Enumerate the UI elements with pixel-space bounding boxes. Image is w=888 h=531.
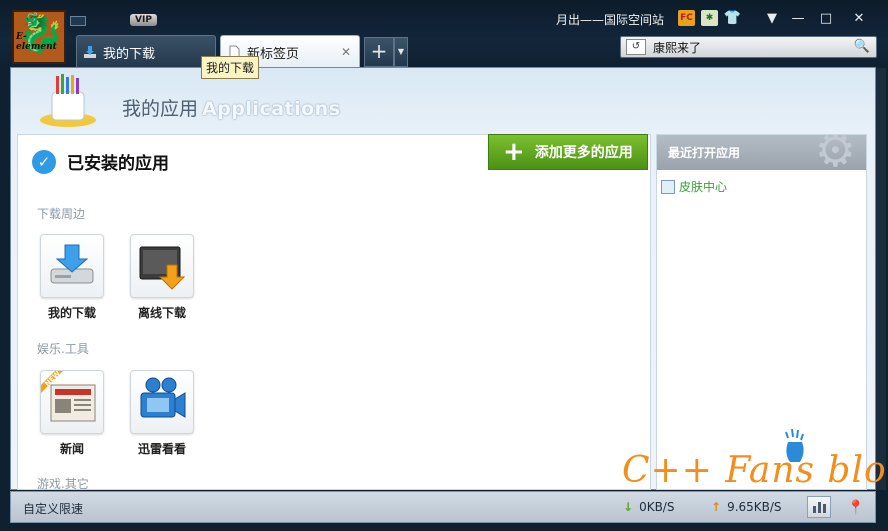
recent-item-label: 皮肤中心: [679, 180, 728, 194]
tab-my-downloads[interactable]: 我的下载: [76, 35, 216, 69]
minimize-button[interactable]: —: [785, 8, 811, 28]
installed-header: ✓ 已安装的应用: [32, 149, 169, 174]
app-xunlei-kankan[interactable]: 迅雷看看: [122, 370, 202, 457]
vip-badge[interactable]: VIP: [130, 14, 157, 26]
download-icon: [84, 46, 96, 58]
game-icon[interactable]: ✱: [701, 10, 718, 26]
category-entertainment-tools: 娱乐.工具: [37, 342, 89, 356]
newspaper-icon: NEW: [40, 369, 104, 434]
tab-tooltip: 我的下载: [201, 56, 260, 79]
shirt-icon[interactable]: 👕: [724, 10, 741, 26]
menu-dropdown-icon[interactable]: ▼: [759, 8, 785, 28]
status-bar: 自定义限速 ↓ 0KB/S ↑ 9.65KB/S 📍: [10, 491, 876, 523]
speed-limit-link[interactable]: 自定义限速: [23, 500, 83, 517]
skin-icon: [661, 179, 675, 194]
download-speed: ↓ 0KB/S: [623, 500, 674, 514]
recent-item-skin-center[interactable]: 皮肤中心: [661, 178, 866, 195]
bar-chart-icon[interactable]: [807, 496, 831, 518]
page-title-cn: 我的应用: [122, 98, 199, 120]
video-camera-icon: [130, 370, 194, 434]
search-engine-icon[interactable]: ↺: [626, 39, 646, 55]
add-more-label: 添加更多的应用: [534, 145, 633, 161]
category-downloads: 下载周边: [37, 207, 86, 221]
upload-arrow-icon: ↑: [711, 500, 722, 514]
news-ticker[interactable]: 月出——国际空间站: [556, 11, 664, 28]
tab-label: 我的下载: [103, 46, 156, 62]
logo-text: E-element: [16, 32, 57, 52]
download-arrow-icon: ↓: [623, 500, 634, 514]
plus-icon: +: [503, 137, 525, 167]
scrollbar[interactable]: [876, 68, 886, 490]
close-tab-icon[interactable]: ✕: [341, 45, 351, 59]
monitor-icon[interactable]: [70, 16, 86, 26]
download-speed-value: 0KB/S: [639, 500, 675, 514]
location-pin-icon[interactable]: 📍: [847, 500, 864, 516]
page-title-en: Applications: [202, 98, 341, 120]
app-offline-download[interactable]: 离线下载: [122, 234, 202, 321]
app-label: 迅雷看看: [137, 442, 186, 456]
watermark-text: C++ Fans blog: [622, 450, 888, 491]
search-input[interactable]: 康熙来了: [653, 39, 701, 56]
app-label: 离线下载: [137, 306, 186, 320]
download-drive-icon: [40, 234, 104, 298]
installed-apps-panel: [17, 134, 651, 490]
app-logo[interactable]: 🐉 E-element: [12, 10, 66, 64]
new-tab-button[interactable]: +: [364, 37, 394, 67]
maximize-button[interactable]: □: [813, 8, 839, 28]
offline-download-icon: [130, 234, 194, 298]
upload-speed-value: 9.65KB/S: [727, 500, 782, 514]
app-label: 新闻: [59, 442, 84, 456]
page-title: 我的应用 Applications: [122, 94, 341, 121]
category-games-other: 游戏.其它: [37, 477, 89, 491]
checkmark-icon: ✓: [32, 149, 56, 174]
close-button[interactable]: ✕: [846, 8, 872, 28]
pen-holder-icon: [40, 74, 96, 127]
new-tab-dropdown-icon[interactable]: ▼: [394, 37, 408, 67]
app-news[interactable]: NEW 新闻: [32, 369, 112, 457]
recent-apps-title: 最近打开应用: [668, 146, 741, 160]
gear-icon: ⚙: [814, 135, 856, 170]
installed-title: 已安装的应用: [67, 154, 169, 174]
search-box[interactable]: ↺ 康熙来了 🔍: [620, 36, 877, 58]
app-label: 我的下载: [47, 306, 96, 320]
recent-apps-header: 最近打开应用 ⚙: [657, 135, 866, 170]
hand-logo-icon: [785, 428, 804, 462]
recent-apps-panel: 最近打开应用 ⚙ 皮肤中心: [656, 134, 867, 490]
add-more-apps-button[interactable]: + 添加更多的应用: [488, 134, 648, 170]
app-my-downloads[interactable]: 我的下载: [32, 234, 112, 321]
upload-speed: ↑ 9.65KB/S: [711, 500, 782, 514]
tray-icons: FC ✱ 👕: [678, 10, 747, 26]
fc-icon[interactable]: FC: [678, 10, 695, 26]
search-icon[interactable]: 🔍: [854, 39, 870, 54]
